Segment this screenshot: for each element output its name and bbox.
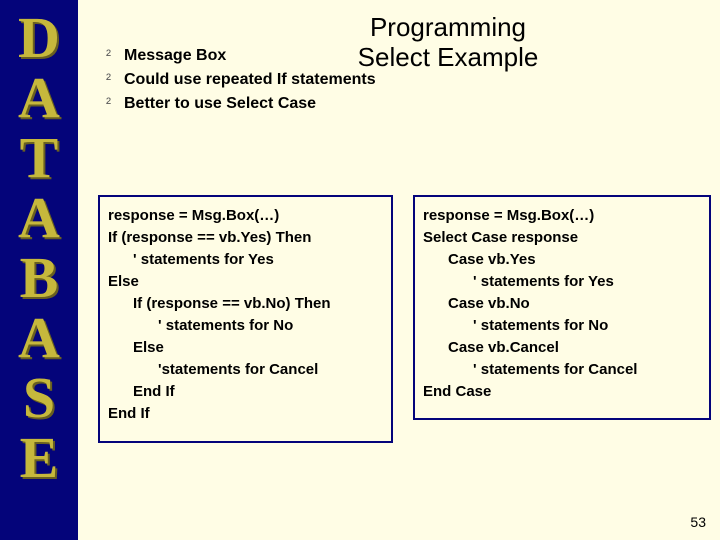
bullet-icon: ² — [106, 45, 124, 67]
side-letter: T — [20, 128, 59, 188]
side-letter: A — [18, 308, 60, 368]
content-area: Programming Select Example ² Message Box… — [78, 0, 720, 540]
side-letter: B — [20, 248, 59, 308]
bullet-text: Better to use Select Case — [124, 93, 316, 115]
bullet-item: ² Better to use Select Case — [106, 93, 436, 115]
side-letter: S — [23, 368, 55, 428]
bullet-list: ² Message Box ² Could use repeated If st… — [106, 45, 436, 117]
code-box-select: response = Msg.Box(…) Select Case respon… — [413, 195, 711, 420]
side-letter: A — [18, 188, 60, 248]
bullet-text: Could use repeated If statements — [124, 69, 376, 91]
bullet-icon: ² — [106, 93, 124, 115]
code-box-if: response = Msg.Box(…) If (response == vb… — [98, 195, 393, 443]
side-letter: A — [18, 68, 60, 128]
side-letter: D — [18, 8, 60, 68]
bullet-text: Message Box — [124, 45, 226, 67]
sidebar: D A T A B A S E — [0, 0, 78, 540]
bullet-item: ² Could use repeated If statements — [106, 69, 436, 91]
page-number: 53 — [690, 514, 706, 530]
bullet-icon: ² — [106, 69, 124, 91]
side-letter: E — [20, 428, 59, 488]
title-line-1: Programming — [298, 12, 598, 42]
bullet-item: ² Message Box — [106, 45, 436, 67]
